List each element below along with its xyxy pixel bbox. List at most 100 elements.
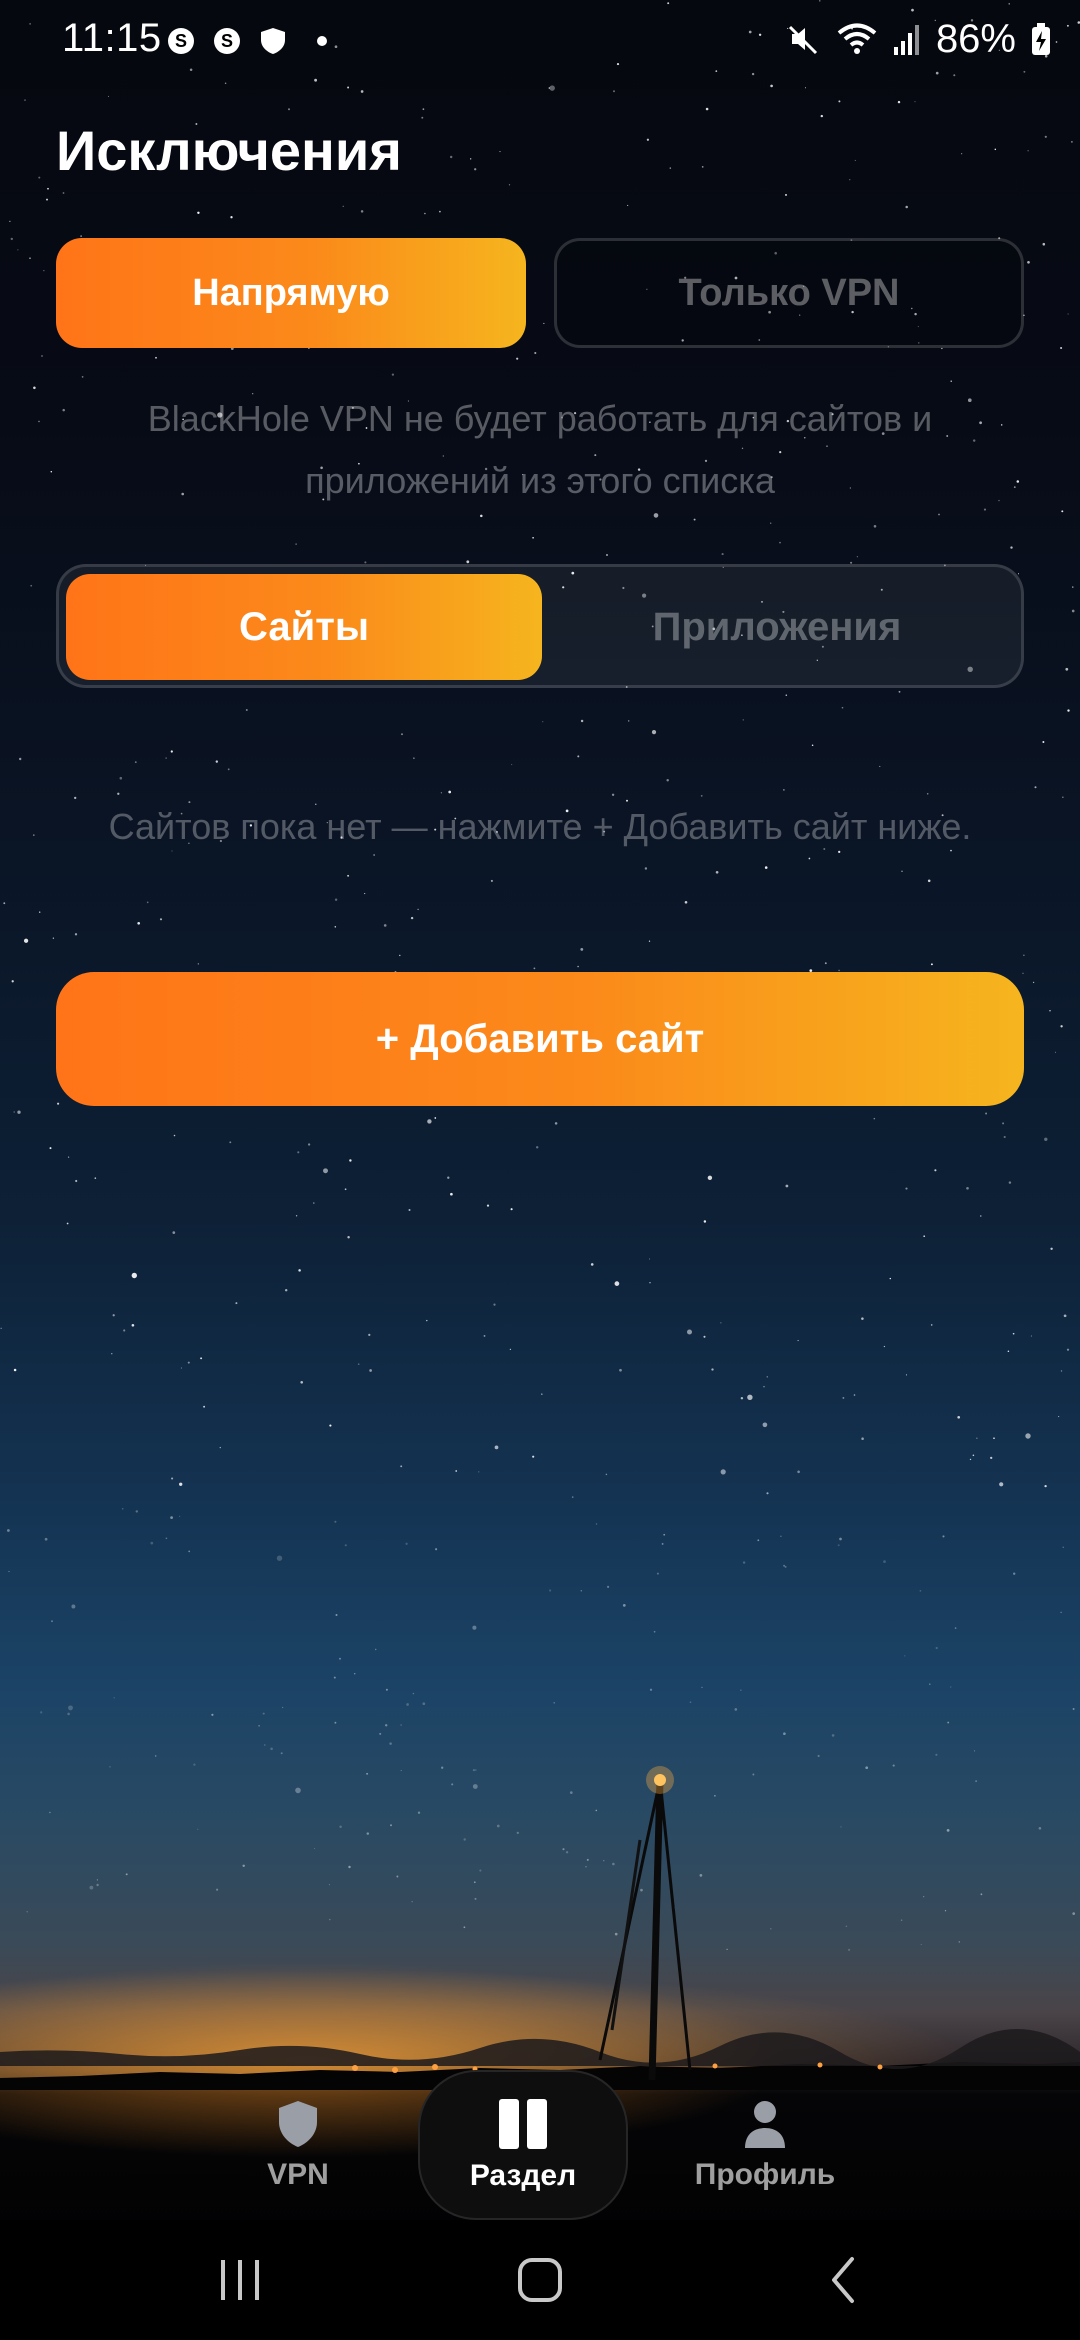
s-circle-icon: S	[168, 28, 194, 54]
star	[421, 116, 424, 119]
vpn-only-mode-button[interactable]: Только VPN	[554, 238, 1024, 348]
star	[779, 541, 781, 544]
star	[314, 1848, 316, 1850]
star	[270, 1747, 273, 1751]
star	[52, 937, 55, 939]
star	[1013, 486, 1016, 488]
tab-apps[interactable]: Приложения	[539, 574, 1015, 680]
horizon-silhouette	[0, 1766, 1080, 2090]
mute-icon	[788, 25, 817, 55]
nav-item-vpn[interactable]: VPN	[228, 2070, 368, 2220]
star	[999, 1482, 1004, 1487]
star	[366, 1772, 369, 1775]
star	[516, 357, 519, 360]
star	[480, 514, 483, 518]
star	[399, 954, 401, 957]
star	[626, 799, 628, 802]
star	[385, 1688, 388, 1691]
star	[121, 1507, 124, 1510]
star	[463, 1926, 466, 1929]
star	[689, 1701, 692, 1703]
star	[742, 1561, 746, 1564]
star	[845, 1925, 848, 1928]
star	[1016, 480, 1020, 483]
direct-mode-button[interactable]: Напрямую	[56, 238, 526, 348]
star	[653, 1630, 656, 1633]
star	[284, 1288, 288, 1292]
star	[474, 168, 477, 171]
star	[783, 1732, 786, 1736]
star	[883, 1560, 886, 1563]
split-icon	[499, 2099, 547, 2149]
star	[721, 553, 724, 556]
star	[1010, 546, 1013, 549]
star	[763, 1386, 765, 1388]
star	[649, 1688, 653, 1691]
home-icon[interactable]	[500, 2250, 580, 2310]
star	[1017, 573, 1020, 575]
star	[935, 1646, 938, 1650]
star	[1003, 1135, 1006, 1139]
star	[258, 1724, 260, 1727]
star	[548, 87, 551, 89]
empty-state-hint: Сайтов пока нет — нажмите + Добавить сай…	[108, 806, 972, 847]
star	[470, 158, 472, 160]
star	[187, 1361, 190, 1364]
star	[264, 1744, 266, 1746]
star	[848, 1948, 851, 1951]
star	[861, 1437, 864, 1440]
star	[808, 857, 811, 860]
star	[50, 471, 53, 473]
star	[49, 1147, 52, 1150]
person-icon	[745, 2101, 785, 2148]
star	[334, 898, 338, 901]
nav-item-profile[interactable]: Профиль	[680, 2070, 850, 2220]
star	[649, 1282, 651, 1284]
star	[783, 789, 785, 791]
star	[154, 1755, 157, 1757]
star	[703, 1335, 706, 1338]
back-icon[interactable]	[804, 2250, 884, 2310]
wifi-icon	[837, 23, 877, 54]
star	[57, 1102, 60, 1105]
recents-icon[interactable]	[200, 2250, 280, 2310]
star	[155, 356, 157, 359]
star	[740, 1396, 744, 1400]
star	[298, 1269, 301, 1272]
status-time: 11:15	[62, 16, 162, 60]
star	[783, 1564, 786, 1567]
star	[342, 205, 344, 207]
star	[824, 962, 827, 965]
star	[439, 210, 441, 213]
star	[947, 1721, 950, 1724]
star	[172, 1231, 176, 1234]
add-site-button[interactable]: + Добавить сайт	[56, 972, 1024, 1106]
star	[950, 380, 952, 382]
star	[146, 901, 149, 904]
star	[780, 1535, 782, 1538]
star	[934, 1169, 937, 1172]
star	[571, 1496, 574, 1498]
star	[137, 921, 141, 925]
star	[131, 1323, 135, 1327]
page-title: Исключения	[56, 119, 402, 182]
star	[823, 848, 826, 850]
tab-sites[interactable]: Сайты	[66, 574, 542, 680]
star	[701, 166, 704, 168]
star	[364, 893, 366, 895]
sites-apps-segmented-control: Сайты Приложения	[56, 564, 1024, 688]
star	[344, 1188, 347, 1191]
star	[603, 1860, 605, 1862]
star	[447, 1176, 450, 1179]
star	[51, 1620, 53, 1623]
star	[990, 1456, 993, 1460]
star	[1002, 1122, 1005, 1125]
star	[669, 167, 672, 169]
star	[972, 1454, 975, 1457]
star	[707, 1175, 713, 1181]
svg-text:S: S	[175, 31, 187, 51]
star	[577, 755, 580, 758]
star	[611, 793, 615, 796]
nav-item-split[interactable]: Раздел	[418, 2070, 628, 2220]
star	[96, 1883, 99, 1887]
